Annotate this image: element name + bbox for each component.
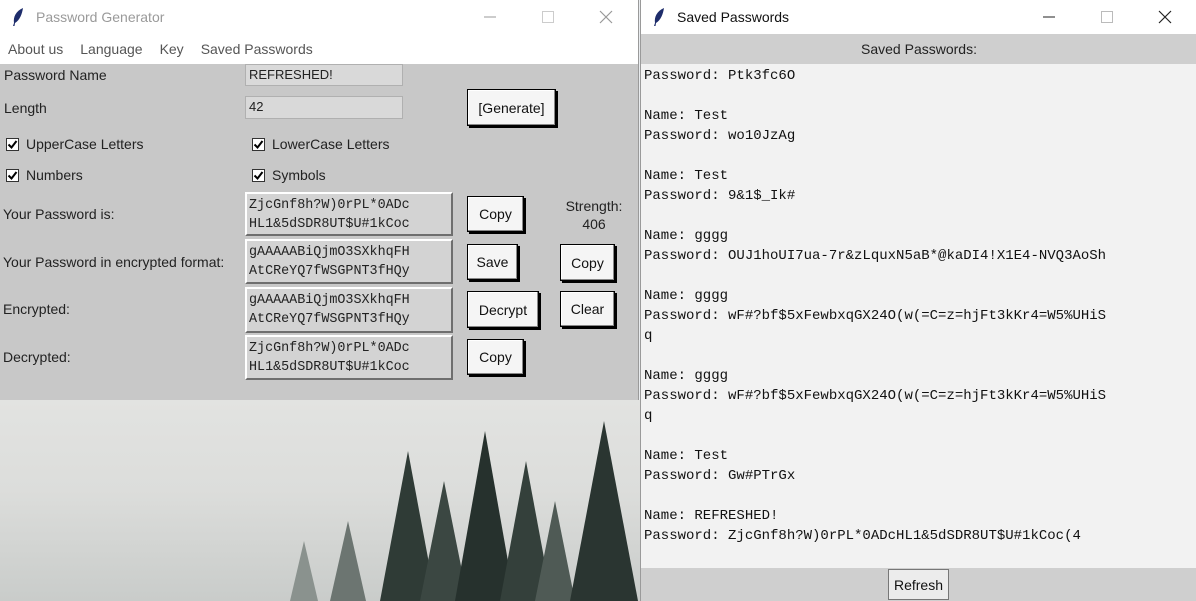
close-button[interactable] bbox=[577, 0, 635, 34]
close-icon bbox=[599, 10, 613, 24]
encrypted-input[interactable]: gAAAAABiQjmO3SXkhqFH AtCReYQ7fWSGPNT3fHQ… bbox=[245, 287, 453, 333]
minimize-button[interactable] bbox=[461, 0, 519, 34]
generate-button[interactable]: [Generate] bbox=[467, 89, 556, 126]
close-button[interactable] bbox=[1136, 0, 1194, 34]
length-input[interactable]: 42 bbox=[245, 96, 403, 119]
your-password-label: Your Password is: bbox=[3, 206, 115, 222]
main-form: Password Name REFRESHED! Length 42 [Gene… bbox=[0, 64, 638, 400]
menu-saved-passwords[interactable]: Saved Passwords bbox=[201, 41, 313, 57]
symbols-checkbox[interactable]: Symbols bbox=[252, 167, 326, 183]
password-name-input[interactable]: REFRESHED! bbox=[245, 64, 403, 86]
minimize-button[interactable] bbox=[1020, 0, 1078, 34]
checkmark-icon bbox=[253, 170, 264, 180]
checkmark-icon bbox=[7, 170, 18, 180]
menubar: About us Language Key Saved Passwords bbox=[0, 34, 638, 64]
save-button[interactable]: Save bbox=[467, 244, 518, 280]
window-title: Password Generator bbox=[36, 9, 165, 25]
lowercase-checkbox[interactable]: LowerCase Letters bbox=[252, 136, 390, 152]
saved-passwords-header: Saved Passwords: bbox=[641, 34, 1196, 64]
clear-button[interactable]: Clear bbox=[560, 291, 615, 327]
saved-passwords-window: Saved Passwords Saved Passwords: Passwor… bbox=[640, 0, 1196, 601]
strength-label: Strength: bbox=[565, 198, 623, 214]
decrypt-button[interactable]: Decrypt bbox=[467, 291, 539, 328]
checkbox-box bbox=[6, 137, 19, 151]
tree bbox=[570, 421, 638, 601]
tree bbox=[290, 541, 318, 601]
titlebar[interactable]: Saved Passwords bbox=[641, 0, 1196, 34]
numbers-label: Numbers bbox=[26, 167, 83, 183]
maximize-button[interactable] bbox=[519, 0, 577, 34]
minimize-icon bbox=[484, 16, 496, 18]
titlebar[interactable]: Password Generator bbox=[0, 0, 638, 34]
password-output[interactable]: ZjcGnf8h?W)0rPL*0ADc HL1&5dSDR8UT$U#1kCo… bbox=[245, 192, 453, 236]
symbols-label: Symbols bbox=[272, 167, 326, 183]
decrypted-output[interactable]: ZjcGnf8h?W)0rPL*0ADc HL1&5dSDR8UT$U#1kCo… bbox=[245, 335, 453, 380]
decrypted-label: Decrypted: bbox=[3, 349, 71, 365]
tree bbox=[330, 521, 366, 601]
checkbox-box bbox=[252, 168, 265, 182]
maximize-button[interactable] bbox=[1078, 0, 1136, 34]
uppercase-checkbox[interactable]: UpperCase Letters bbox=[6, 136, 144, 152]
maximize-icon bbox=[1101, 11, 1113, 23]
window-title: Saved Passwords bbox=[677, 9, 790, 25]
length-label: Length bbox=[4, 100, 47, 116]
lowercase-label: LowerCase Letters bbox=[272, 136, 390, 152]
strength-value: 406 bbox=[582, 216, 606, 232]
menu-key[interactable]: Key bbox=[160, 41, 184, 57]
encrypted-format-output[interactable]: gAAAAABiQjmO3SXkhqFH AtCReYQ7fWSGPNT3fHQ… bbox=[245, 239, 453, 284]
feather-icon bbox=[13, 8, 23, 26]
menu-language[interactable]: Language bbox=[80, 41, 142, 57]
menu-about-us[interactable]: About us bbox=[8, 41, 63, 57]
checkbox-box bbox=[6, 168, 19, 182]
refresh-button[interactable]: Refresh bbox=[888, 569, 949, 600]
password-generator-window: Password Generator About us Language Key… bbox=[0, 0, 639, 400]
encrypted-format-label: Your Password in encrypted format: bbox=[3, 254, 225, 270]
checkmark-icon bbox=[7, 139, 18, 149]
copy-password-button[interactable]: Copy bbox=[467, 196, 524, 232]
feather-icon bbox=[654, 8, 664, 26]
checkbox-box bbox=[252, 137, 265, 151]
saved-passwords-list[interactable]: Password: Ptk3fc6O Name: Test Password: … bbox=[641, 64, 1196, 568]
desktop-background bbox=[0, 400, 640, 601]
copy-encrypted-button[interactable]: Copy bbox=[560, 244, 615, 281]
encrypted-label: Encrypted: bbox=[3, 301, 70, 317]
checkmark-icon bbox=[253, 139, 264, 149]
close-icon bbox=[1158, 10, 1172, 24]
uppercase-label: UpperCase Letters bbox=[26, 136, 144, 152]
minimize-icon bbox=[1043, 16, 1055, 18]
maximize-icon bbox=[542, 11, 554, 23]
copy-decrypted-button[interactable]: Copy bbox=[467, 339, 524, 375]
saved-footer: Refresh bbox=[641, 568, 1196, 601]
tree bbox=[535, 501, 575, 601]
password-name-label: Password Name bbox=[4, 67, 107, 83]
numbers-checkbox[interactable]: Numbers bbox=[6, 167, 83, 183]
